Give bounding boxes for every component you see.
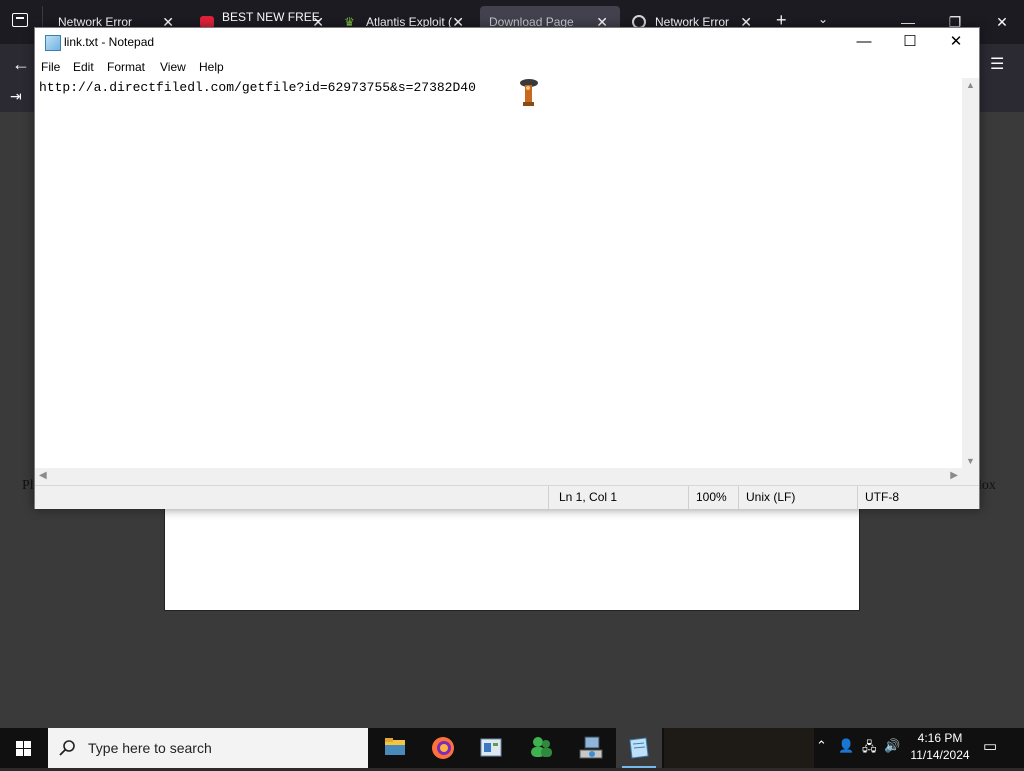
status-divider <box>738 486 739 509</box>
windows-logo-icon <box>16 741 31 756</box>
start-button[interactable] <box>0 728 48 768</box>
text-editor-area[interactable]: http://a.directfiledl.com/getfile?id=629… <box>35 78 962 468</box>
status-divider <box>857 486 858 509</box>
network-computer-icon <box>579 736 603 759</box>
control-panel-app[interactable] <box>468 728 514 768</box>
menu-help[interactable]: Help <box>199 60 224 74</box>
clock-time: 4:16 PM <box>917 731 963 745</box>
minimize-button[interactable]: — <box>841 28 887 58</box>
page-text-fragment: Pl <box>22 478 34 493</box>
chevron-down-icon[interactable]: ⌄ <box>818 12 828 26</box>
network-tool-app[interactable] <box>568 728 614 768</box>
volume-icon[interactable]: 🔊 <box>884 738 900 754</box>
messenger-app[interactable] <box>518 728 564 768</box>
taskbar: Type here to search ⌃ 👤 🖧 🔊 4:16 PM 11/1… <box>0 728 1024 768</box>
notepad-window: link.txt - Notepad — ☐ ✕ File Edit Forma… <box>34 27 980 509</box>
status-position: Ln 1, Col 1 <box>559 490 618 504</box>
taskbar-search[interactable]: Type here to search <box>48 728 368 768</box>
chevron-up-icon[interactable]: ⌃ <box>816 738 827 754</box>
firefox-icon <box>432 737 454 759</box>
notifications-icon[interactable]: ▭ <box>983 737 997 755</box>
hamburger-menu-icon[interactable]: ☰ <box>990 54 1004 74</box>
messenger-users-icon <box>531 737 552 757</box>
scroll-up-icon[interactable]: ▲ <box>962 80 979 90</box>
menu-edit[interactable]: Edit <box>73 60 94 74</box>
horizontal-scrollbar[interactable]: ◀ ▶ <box>35 468 962 485</box>
status-divider <box>688 486 689 509</box>
vertical-scrollbar[interactable]: ▲ ▼ <box>962 78 979 468</box>
status-zoom: 100% <box>696 490 727 504</box>
search-icon <box>59 740 75 756</box>
animated-cursor-icon <box>520 79 538 106</box>
window-title: link.txt - Notepad <box>64 35 155 49</box>
scroll-corner <box>962 468 979 485</box>
user-status-icon[interactable]: 👤 <box>838 738 854 754</box>
notepad-app[interactable] <box>616 728 662 768</box>
back-arrow-icon[interactable]: ← <box>12 54 30 75</box>
page-panel <box>164 505 860 611</box>
menu-file[interactable]: File <box>41 60 60 74</box>
status-bar: Ln 1, Col 1 100% Unix (LF) UTF-8 <box>35 485 979 509</box>
system-clock[interactable]: 4:16 PM 11/14/2024 <box>904 730 976 764</box>
close-button[interactable]: ✕ <box>933 28 979 58</box>
close-icon[interactable]: ✕ <box>982 8 1022 36</box>
clock-date: 11/14/2024 <box>910 748 970 762</box>
maximize-button[interactable]: ☐ <box>887 28 933 58</box>
folder-icon <box>385 738 405 755</box>
taskbar-wallpaper-area <box>664 728 814 768</box>
file-explorer-app[interactable] <box>372 728 418 768</box>
scroll-right-icon[interactable]: ▶ <box>950 470 958 481</box>
page-text-fragment: lox <box>978 478 996 493</box>
network-icon[interactable]: 🖧 <box>862 738 877 760</box>
document-text: http://a.directfiledl.com/getfile?id=629… <box>39 80 476 95</box>
status-line-endings: Unix (LF) <box>746 490 796 504</box>
title-bar[interactable]: link.txt - Notepad — ☐ ✕ <box>35 28 979 58</box>
control-panel-icon <box>480 738 502 757</box>
import-icon[interactable]: ⇥ <box>10 88 22 105</box>
tab-list-icon[interactable] <box>8 12 32 32</box>
notepad-icon <box>629 737 649 759</box>
scroll-down-icon[interactable]: ▼ <box>962 456 979 466</box>
menu-view[interactable]: View <box>160 60 186 74</box>
scroll-left-icon[interactable]: ◀ <box>39 470 47 481</box>
status-encoding: UTF-8 <box>865 490 899 504</box>
menu-bar: File Edit Format View Help <box>35 58 979 78</box>
status-divider <box>548 486 549 509</box>
firefox-app[interactable] <box>420 728 466 768</box>
notepad-icon <box>45 35 61 51</box>
menu-format[interactable]: Format <box>107 60 145 74</box>
search-placeholder: Type here to search <box>88 740 212 756</box>
